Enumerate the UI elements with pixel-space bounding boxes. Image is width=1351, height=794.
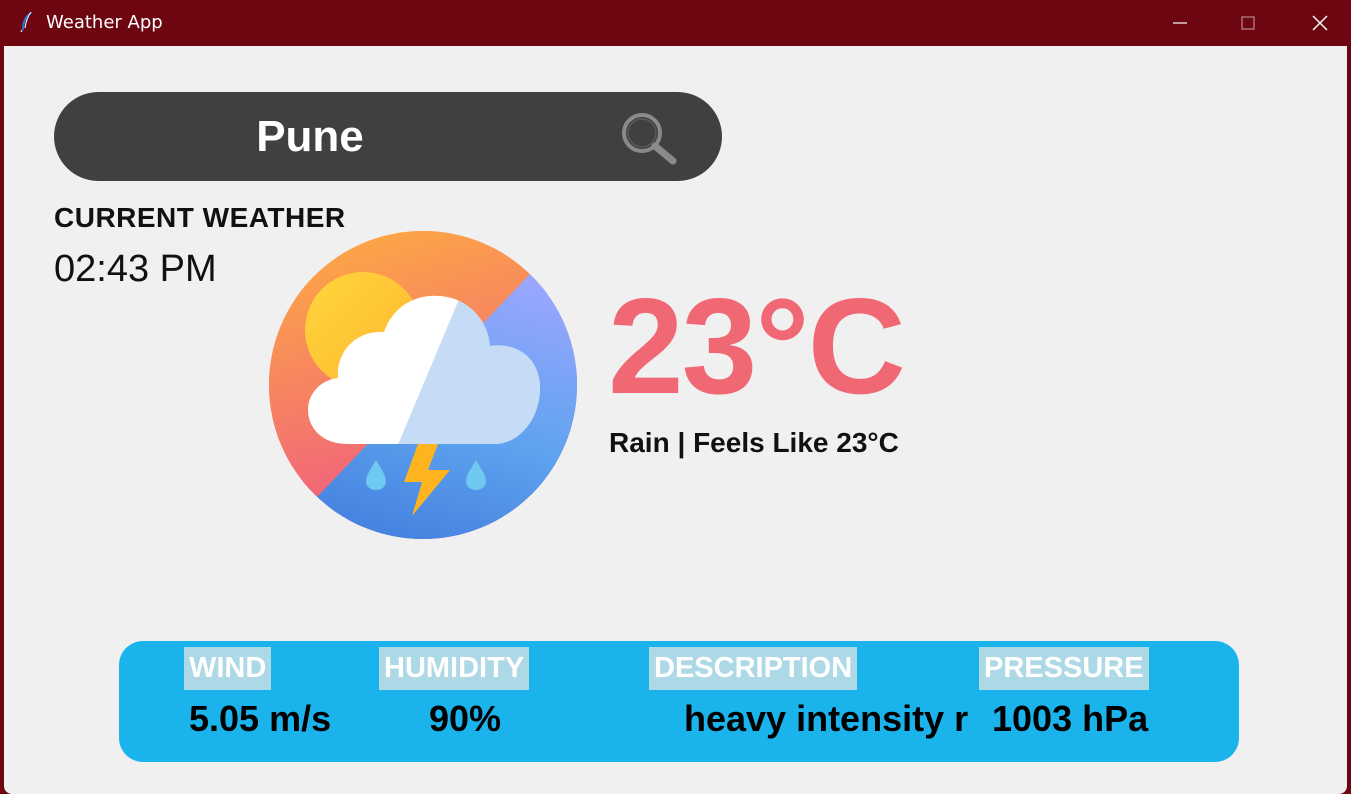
temperature-value: 23°C (608, 270, 906, 422)
title-bar[interactable]: Weather App (0, 0, 1351, 46)
minimize-icon (1173, 22, 1187, 24)
feather-icon (20, 11, 32, 33)
description-value: heavy intensity r (684, 697, 984, 741)
weather-app-window: Weather App CURRENT (0, 0, 1351, 794)
condition-feels-like: Rain | Feels Like 23°C (609, 427, 899, 458)
wind-value: 5.05 m/s (189, 697, 379, 741)
city-search-input[interactable] (174, 102, 446, 172)
thunderstorm-rain-icon (269, 231, 577, 539)
app-content: CURRENT WEATHER 02:43 PM (4, 46, 1347, 794)
search-icon[interactable] (617, 109, 679, 167)
humidity-value: 90% (429, 697, 559, 741)
maximize-button[interactable] (1218, 0, 1278, 46)
current-time: 02:43 PM (54, 248, 217, 290)
close-icon (1312, 15, 1328, 31)
weather-stats-panel: WIND HUMIDITY DESCRIPTION PRESSURE 5.05 … (119, 641, 1239, 762)
window-title: Weather App (46, 12, 163, 33)
search-bar (54, 92, 722, 181)
humidity-label: HUMIDITY (379, 647, 530, 690)
description-label: DESCRIPTION (649, 647, 858, 690)
pressure-label: PRESSURE (979, 647, 1149, 690)
maximize-icon (1241, 16, 1255, 30)
close-button[interactable] (1290, 0, 1350, 46)
minimize-button[interactable] (1150, 0, 1210, 46)
wind-label: WIND (184, 647, 272, 690)
pressure-value: 1003 hPa (992, 697, 1212, 741)
